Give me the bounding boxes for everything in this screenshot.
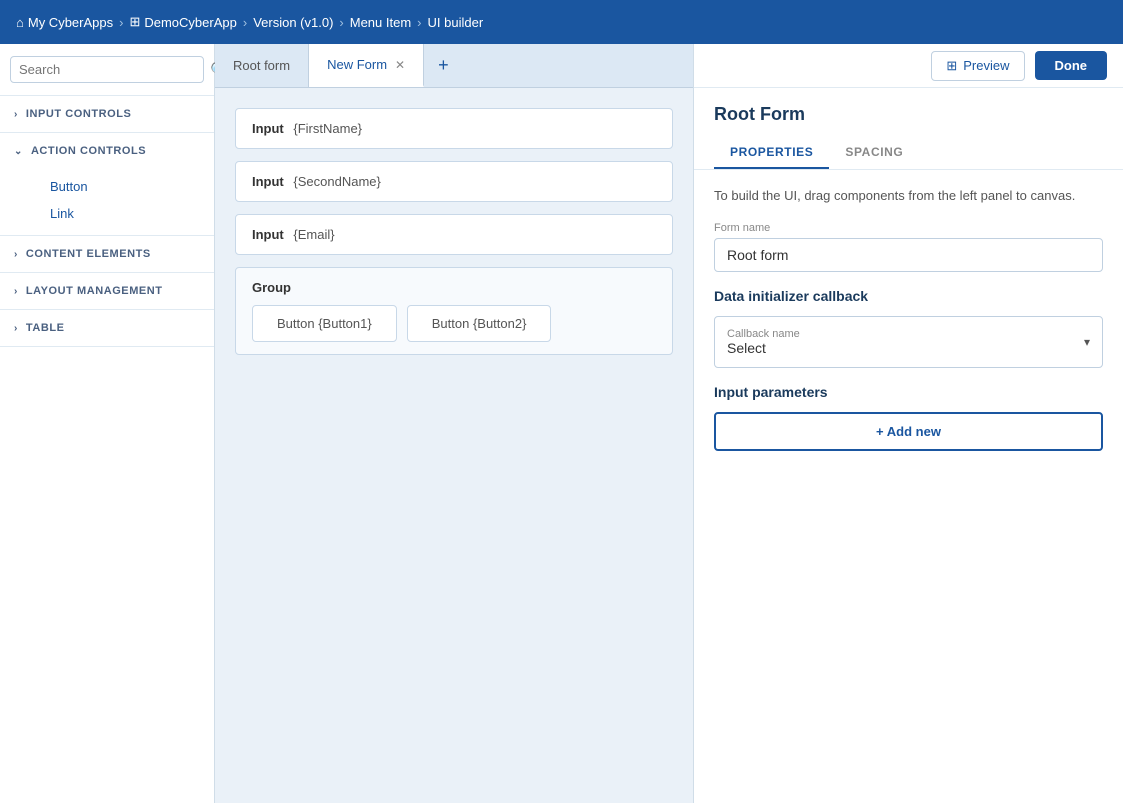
section-action-controls: ⌄ ACTION CONTROLS Button Link xyxy=(0,133,214,236)
sidebar-item-button[interactable]: Button xyxy=(36,173,214,200)
canvas-content: Input {FirstName} Input {SecondName} Inp… xyxy=(215,88,693,803)
left-sidebar: 🔍 › INPUT CONTROLS ⌄ ACTION CONTROLS But… xyxy=(0,44,215,803)
section-header-layout-management[interactable]: › LAYOUT MANAGEMENT xyxy=(0,273,214,309)
nav-sep-2: › xyxy=(243,15,247,30)
callback-dropdown[interactable]: Callback name Select ▾ xyxy=(714,316,1103,368)
preview-button[interactable]: ⊞ Preview xyxy=(931,51,1024,81)
section-header-input-controls[interactable]: › INPUT CONTROLS xyxy=(0,96,214,132)
input-params-title: Input parameters xyxy=(714,384,1103,400)
add-new-button[interactable]: + Add new xyxy=(714,412,1103,451)
form-name-label: Form name xyxy=(714,222,1103,234)
grid-icon: ⊞ xyxy=(129,14,140,30)
section-layout-management: › LAYOUT MANAGEMENT xyxy=(0,273,214,310)
tab-new-form[interactable]: New Form ✕ xyxy=(309,44,424,87)
canvas-group: Group Button {Button1} Button {Button2} xyxy=(235,267,673,355)
tab-add-button[interactable]: + xyxy=(424,44,463,87)
helper-text: To build the UI, drag components from th… xyxy=(714,186,1103,206)
chevron-right-icon: › xyxy=(14,109,18,120)
tab-properties[interactable]: PROPERTIES xyxy=(714,137,829,169)
nav-item-version[interactable]: Version (v1.0) xyxy=(253,15,333,30)
sidebar-item-link[interactable]: Link xyxy=(36,200,214,227)
dropdown-arrow-icon: ▾ xyxy=(1084,335,1090,349)
nav-item-myapps[interactable]: ⌂ My CyberApps xyxy=(16,15,113,30)
tab-spacing[interactable]: SPACING xyxy=(829,137,919,169)
canvas-field-email: Input {Email} xyxy=(235,214,673,255)
right-panel-body: To build the UI, drag components from th… xyxy=(694,170,1123,803)
main-layout: 🔍 › INPUT CONTROLS ⌄ ACTION CONTROLS But… xyxy=(0,44,1123,803)
right-panel-tabs: PROPERTIES SPACING xyxy=(714,137,1103,169)
tab-close-icon[interactable]: ✕ xyxy=(395,58,405,72)
canvas-button-2[interactable]: Button {Button2} xyxy=(407,305,552,342)
canvas-field-firstname: Input {FirstName} xyxy=(235,108,673,149)
right-panel-title: Root Form xyxy=(714,104,1103,125)
canvas-field-secondname: Input {SecondName} xyxy=(235,161,673,202)
section-body-action-controls: Button Link xyxy=(0,169,214,235)
nav-sep-1: › xyxy=(119,15,123,30)
nav-item-menuitem[interactable]: Menu Item xyxy=(350,15,411,30)
canvas-group-row: Button {Button1} Button {Button2} xyxy=(252,305,656,342)
chevron-right-icon-4: › xyxy=(14,323,18,334)
preview-icon: ⊞ xyxy=(946,58,957,74)
right-top-bar: ⊞ Preview Done xyxy=(694,44,1123,88)
tab-root-form[interactable]: Root form xyxy=(215,44,309,87)
nav-sep-3: › xyxy=(339,15,343,30)
tab-bar: Root form New Form ✕ + xyxy=(215,44,693,88)
canvas-button-1[interactable]: Button {Button1} xyxy=(252,305,397,342)
section-header-table[interactable]: › TABLE xyxy=(0,310,214,346)
right-panel: ⊞ Preview Done Root Form PROPERTIES SPAC… xyxy=(693,44,1123,803)
form-name-group: Form name xyxy=(714,222,1103,272)
done-button[interactable]: Done xyxy=(1035,51,1108,80)
section-table: › TABLE xyxy=(0,310,214,347)
canvas-area: Root form New Form ✕ + Input {FirstName}… xyxy=(215,44,693,803)
nav-sep-4: › xyxy=(417,15,421,30)
chevron-right-icon-3: › xyxy=(14,286,18,297)
callback-value: Select xyxy=(727,340,1090,356)
section-header-action-controls[interactable]: ⌄ ACTION CONTROLS xyxy=(0,133,214,169)
nav-item-uibuilder: UI builder xyxy=(428,15,484,30)
chevron-right-icon-2: › xyxy=(14,249,18,260)
section-input-controls: › INPUT CONTROLS xyxy=(0,96,214,133)
data-initializer-title: Data initializer callback xyxy=(714,288,1103,304)
top-nav: ⌂ My CyberApps › ⊞ DemoCyberApp › Versio… xyxy=(0,0,1123,44)
right-panel-header: Root Form PROPERTIES SPACING xyxy=(694,88,1123,170)
callback-label: Callback name xyxy=(727,328,1090,340)
chevron-down-icon: ⌄ xyxy=(14,146,23,157)
search-input[interactable] xyxy=(10,56,204,83)
search-bar: 🔍 xyxy=(0,44,214,96)
section-content-elements: › CONTENT ELEMENTS xyxy=(0,236,214,273)
home-icon: ⌂ xyxy=(16,15,24,30)
nav-item-app[interactable]: ⊞ DemoCyberApp xyxy=(129,14,236,30)
section-header-content-elements[interactable]: › CONTENT ELEMENTS xyxy=(0,236,214,272)
form-name-input[interactable] xyxy=(714,238,1103,272)
